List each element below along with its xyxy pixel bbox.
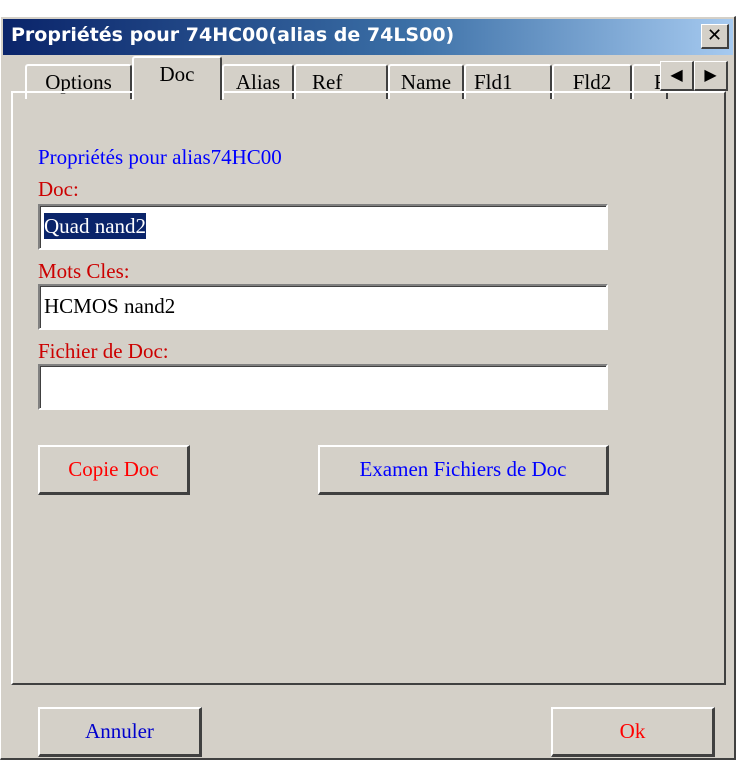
panel-header: Propriétés pour alias74HC00 bbox=[38, 145, 282, 169]
doc-field-value: Quad nand2 bbox=[44, 213, 147, 239]
tab-doc[interactable]: Doc bbox=[132, 56, 222, 100]
copy-doc-button[interactable]: Copie Doc bbox=[38, 445, 190, 495]
keywords-label: Mots Cles: bbox=[38, 259, 130, 283]
window-title: Propriétés pour 74HC00(alias de 74LS00) bbox=[11, 24, 455, 46]
cancel-button[interactable]: Annuler bbox=[38, 707, 202, 757]
doc-field[interactable]: Quad nand2 bbox=[38, 204, 608, 250]
title-bar[interactable]: Propriétés pour 74HC00(alias de 74LS00) … bbox=[3, 19, 733, 55]
keywords-field[interactable]: HCMOS nand2 bbox=[38, 284, 608, 330]
tab-doc-label: Doc bbox=[159, 62, 195, 86]
docfile-field[interactable] bbox=[38, 364, 608, 410]
copy-doc-label: Copie Doc bbox=[68, 457, 159, 481]
browse-doc-files-label: Examen Fichiers de Doc bbox=[359, 457, 567, 481]
ok-button[interactable]: Ok bbox=[551, 707, 715, 757]
browse-doc-files-button[interactable]: Examen Fichiers de Doc bbox=[318, 445, 609, 495]
docfile-label: Fichier de Doc: bbox=[38, 339, 169, 363]
doc-label: Doc: bbox=[38, 177, 79, 201]
tab-scroll-buttons: ◀ ▶ bbox=[660, 61, 728, 91]
arrow-left-icon: ◀ bbox=[670, 65, 683, 84]
close-button[interactable]: ✕ bbox=[701, 24, 729, 49]
cancel-label: Annuler bbox=[85, 719, 154, 743]
keywords-field-value: HCMOS nand2 bbox=[44, 294, 176, 318]
arrow-right-icon: ▶ bbox=[704, 65, 717, 84]
tab-scroll-left-button[interactable]: ◀ bbox=[660, 61, 694, 91]
close-icon: ✕ bbox=[706, 25, 723, 46]
tab-scroll-right-button[interactable]: ▶ bbox=[694, 61, 728, 91]
ok-label: Ok bbox=[619, 719, 646, 743]
